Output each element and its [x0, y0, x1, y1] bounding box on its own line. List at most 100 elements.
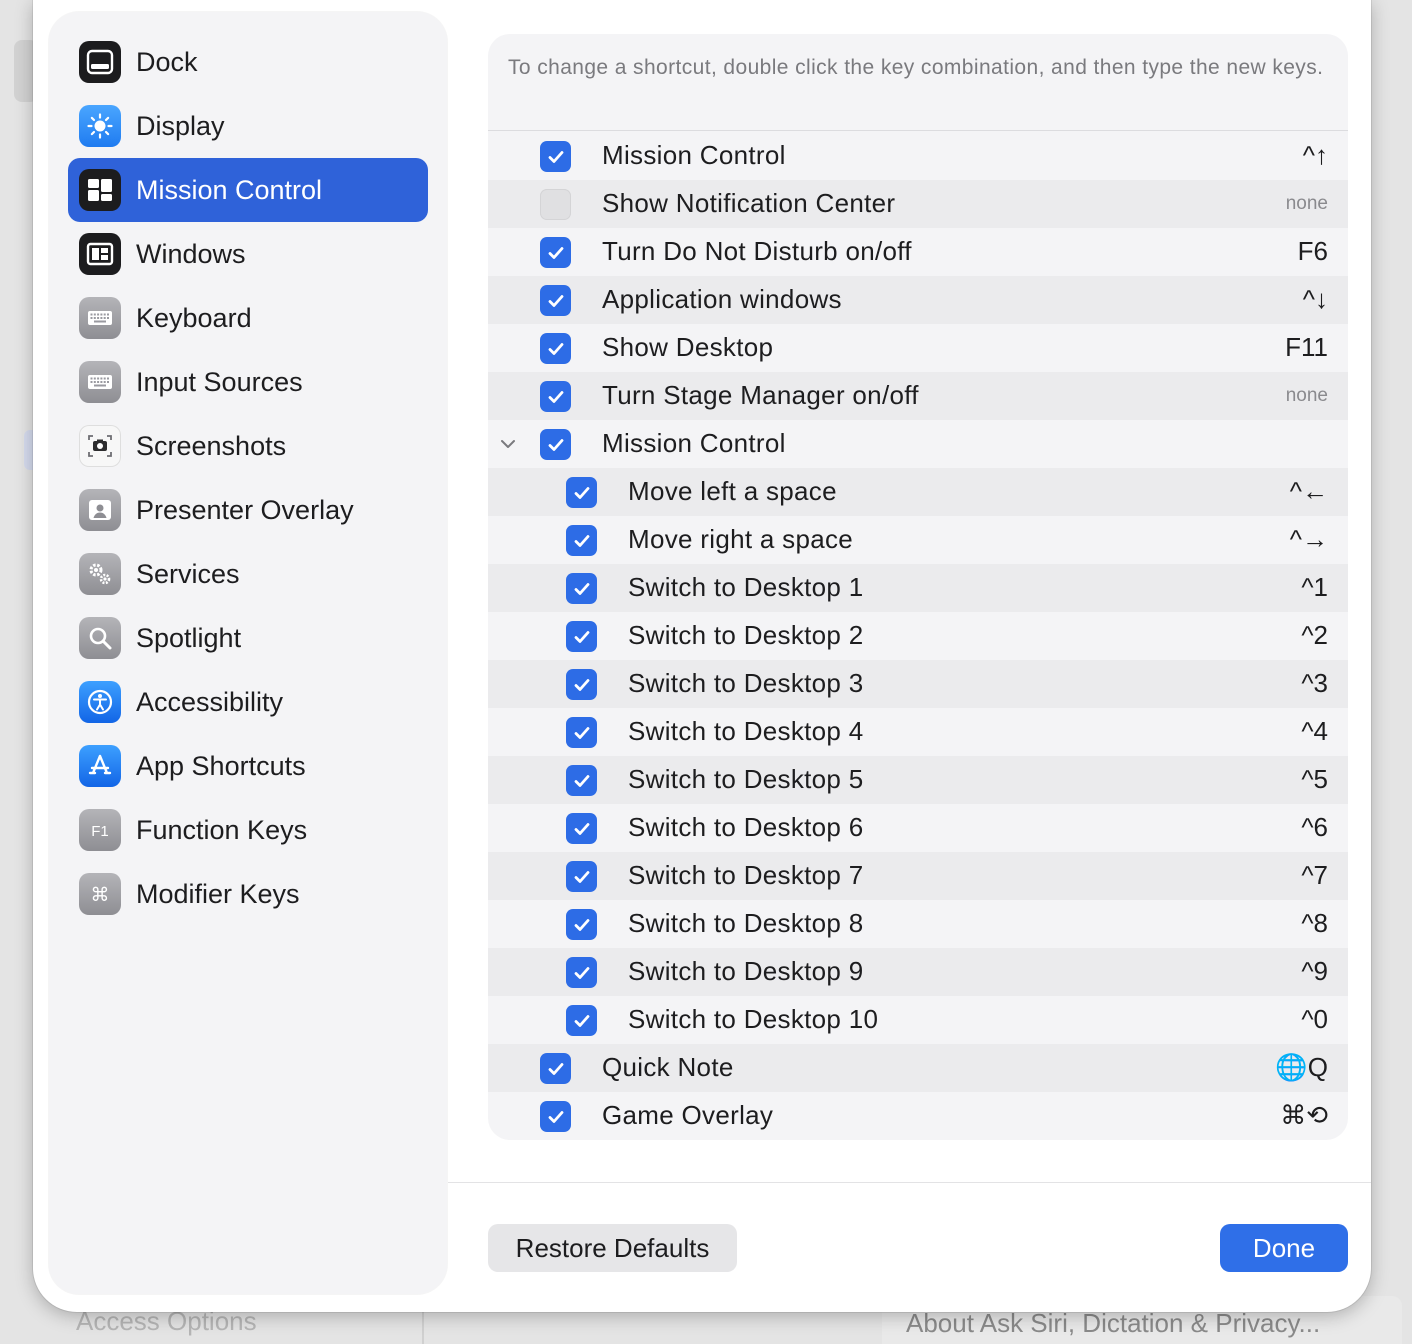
shortcut-key-combination[interactable]: ^0: [1301, 1004, 1328, 1035]
sidebar-item-presenter-overlay[interactable]: Presenter Overlay: [68, 478, 428, 542]
shortcut-checkbox[interactable]: [566, 477, 597, 508]
sidebar-item-spotlight[interactable]: Spotlight: [68, 606, 428, 670]
shortcut-label: Switch to Desktop 4: [628, 716, 864, 746]
shortcut-key-combination[interactable]: none: [1286, 193, 1328, 215]
shortcut-checkbox[interactable]: [540, 333, 571, 364]
shortcut-row[interactable]: Switch to Desktop 6 ^6: [488, 804, 1348, 852]
shortcut-label: Switch to Desktop 2: [628, 620, 864, 650]
shortcut-key-combination[interactable]: 🌐Q: [1275, 1052, 1328, 1083]
shortcut-label: Application windows: [602, 284, 842, 314]
shortcut-row[interactable]: Switch to Desktop 1 ^1: [488, 564, 1348, 612]
shortcut-row[interactable]: Switch to Desktop 10 ^0: [488, 996, 1348, 1044]
shortcut-key-combination[interactable]: ⌘⟲: [1280, 1100, 1328, 1131]
shortcut-checkbox[interactable]: [566, 861, 597, 892]
shortcut-label: Move right a space: [628, 524, 854, 554]
shortcut-key-combination[interactable]: ^1: [1301, 572, 1328, 603]
shortcut-key-combination[interactable]: F11: [1285, 332, 1328, 363]
shortcut-key-combination[interactable]: ^4: [1301, 716, 1328, 747]
sidebar-item-modifier-keys[interactable]: ⌘ Modifier Keys: [68, 862, 428, 926]
shortcut-row[interactable]: Quick Note 🌐Q: [488, 1044, 1348, 1092]
shortcut-row[interactable]: Application windows ^↓: [488, 276, 1348, 324]
sidebar-item-display[interactable]: Display: [68, 94, 428, 158]
sidebar-item-services[interactable]: Services: [68, 542, 428, 606]
shortcut-label: Show Desktop: [602, 332, 774, 362]
shortcut-key-combination[interactable]: ^8: [1301, 908, 1328, 939]
shortcut-label: Quick Note: [602, 1052, 734, 1082]
shortcut-key-combination[interactable]: ^2: [1301, 620, 1328, 651]
function-key-icon: F1: [79, 809, 121, 851]
shortcut-row[interactable]: Switch to Desktop 7 ^7: [488, 852, 1348, 900]
shortcut-checkbox[interactable]: [566, 957, 597, 988]
sidebar-item-keyboard[interactable]: Keyboard: [68, 286, 428, 350]
shortcut-key-combination[interactable]: ^9: [1301, 956, 1328, 987]
shortcut-checkbox[interactable]: [540, 141, 571, 172]
shortcut-checkbox[interactable]: [566, 525, 597, 556]
shortcut-checkbox[interactable]: [540, 1053, 571, 1084]
shortcut-checkbox[interactable]: [540, 237, 571, 268]
done-button[interactable]: Done: [1220, 1224, 1348, 1272]
services-gears-icon: [79, 553, 121, 595]
shortcut-checkbox[interactable]: [540, 1101, 571, 1132]
shortcut-row[interactable]: Show Notification Center none: [488, 180, 1348, 228]
shortcut-row[interactable]: Switch to Desktop 8 ^8: [488, 900, 1348, 948]
windows-icon: [79, 233, 121, 275]
shortcut-key-combination[interactable]: ^5: [1301, 764, 1328, 795]
spotlight-magnifier-icon: [79, 617, 121, 659]
shortcut-row[interactable]: Turn Stage Manager on/off none: [488, 372, 1348, 420]
shortcut-checkbox[interactable]: [540, 381, 571, 412]
shortcut-checkbox[interactable]: [566, 573, 597, 604]
sidebar-item-mission-control[interactable]: Mission Control: [68, 158, 428, 222]
shortcut-row[interactable]: Turn Do Not Disturb on/off F6: [488, 228, 1348, 276]
chevron-down-icon[interactable]: [496, 432, 520, 456]
shortcut-row[interactable]: Move left a space ^←: [488, 468, 1348, 516]
shortcut-key-combination[interactable]: ^7: [1301, 860, 1328, 891]
shortcut-row[interactable]: Move right a space ^→: [488, 516, 1348, 564]
shortcut-key-combination[interactable]: ^→: [1290, 524, 1328, 555]
sidebar-item-screenshots[interactable]: Screenshots: [68, 414, 428, 478]
shortcut-checkbox[interactable]: [566, 621, 597, 652]
sidebar-item-input-sources[interactable]: Input Sources: [68, 350, 428, 414]
shortcut-row[interactable]: Mission Control ^↑: [488, 132, 1348, 180]
shortcut-checkbox[interactable]: [566, 909, 597, 940]
shortcut-key-combination[interactable]: ^←: [1290, 476, 1328, 507]
keyboard-shortcuts-sheet: Dock Display Mission Control Windows Keyboar…: [33, 0, 1371, 1312]
shortcut-row[interactable]: Switch to Desktop 9 ^9: [488, 948, 1348, 996]
shortcuts-list-panel: To change a shortcut, double click the k…: [488, 34, 1348, 1140]
shortcut-key-combination[interactable]: none: [1286, 385, 1328, 407]
sidebar-item-label: Input Sources: [136, 366, 303, 397]
shortcut-row[interactable]: Show Desktop F11: [488, 324, 1348, 372]
shortcut-checkbox[interactable]: [566, 1005, 597, 1036]
sidebar-item-app-shortcuts[interactable]: App Shortcuts: [68, 734, 428, 798]
shortcut-label: Switch to Desktop 9: [628, 956, 864, 986]
shortcut-row[interactable]: Game Overlay ⌘⟲: [488, 1092, 1348, 1140]
shortcut-row[interactable]: Switch to Desktop 4 ^4: [488, 708, 1348, 756]
shortcut-row[interactable]: Switch to Desktop 5 ^5: [488, 756, 1348, 804]
sidebar-item-label: Display: [136, 110, 225, 141]
shortcut-label: Turn Stage Manager on/off: [602, 380, 919, 410]
shortcut-label: Switch to Desktop 1: [628, 572, 864, 602]
sidebar-item-function-keys[interactable]: F1 Function Keys: [68, 798, 428, 862]
shortcut-key-combination[interactable]: ^6: [1301, 812, 1328, 843]
keyboard-icon: [79, 297, 121, 339]
shortcut-checkbox[interactable]: [566, 669, 597, 700]
app-store-icon: [79, 745, 121, 787]
shortcut-checkbox[interactable]: [540, 429, 571, 460]
shortcut-key-combination[interactable]: ^↓: [1303, 284, 1328, 315]
sidebar-item-label: Dock: [136, 46, 198, 77]
shortcut-checkbox[interactable]: [540, 285, 571, 316]
shortcut-row[interactable]: Switch to Desktop 2 ^2: [488, 612, 1348, 660]
sidebar-item-dock[interactable]: Dock: [68, 30, 428, 94]
shortcut-key-combination[interactable]: ^3: [1301, 668, 1328, 699]
shortcut-checkbox[interactable]: [566, 765, 597, 796]
shortcut-row[interactable]: Mission Control: [488, 420, 1348, 468]
shortcut-checkbox[interactable]: [566, 813, 597, 844]
shortcut-checkbox[interactable]: [566, 717, 597, 748]
shortcut-key-combination[interactable]: F6: [1298, 236, 1328, 267]
shortcut-key-combination[interactable]: ^↑: [1303, 140, 1328, 171]
sidebar-item-windows[interactable]: Windows: [68, 222, 428, 286]
sidebar-item-accessibility[interactable]: Accessibility: [68, 670, 428, 734]
restore-defaults-button[interactable]: Restore Defaults: [488, 1224, 737, 1272]
background-divider: [422, 1312, 424, 1344]
shortcut-checkbox[interactable]: [540, 189, 571, 220]
shortcut-row[interactable]: Switch to Desktop 3 ^3: [488, 660, 1348, 708]
